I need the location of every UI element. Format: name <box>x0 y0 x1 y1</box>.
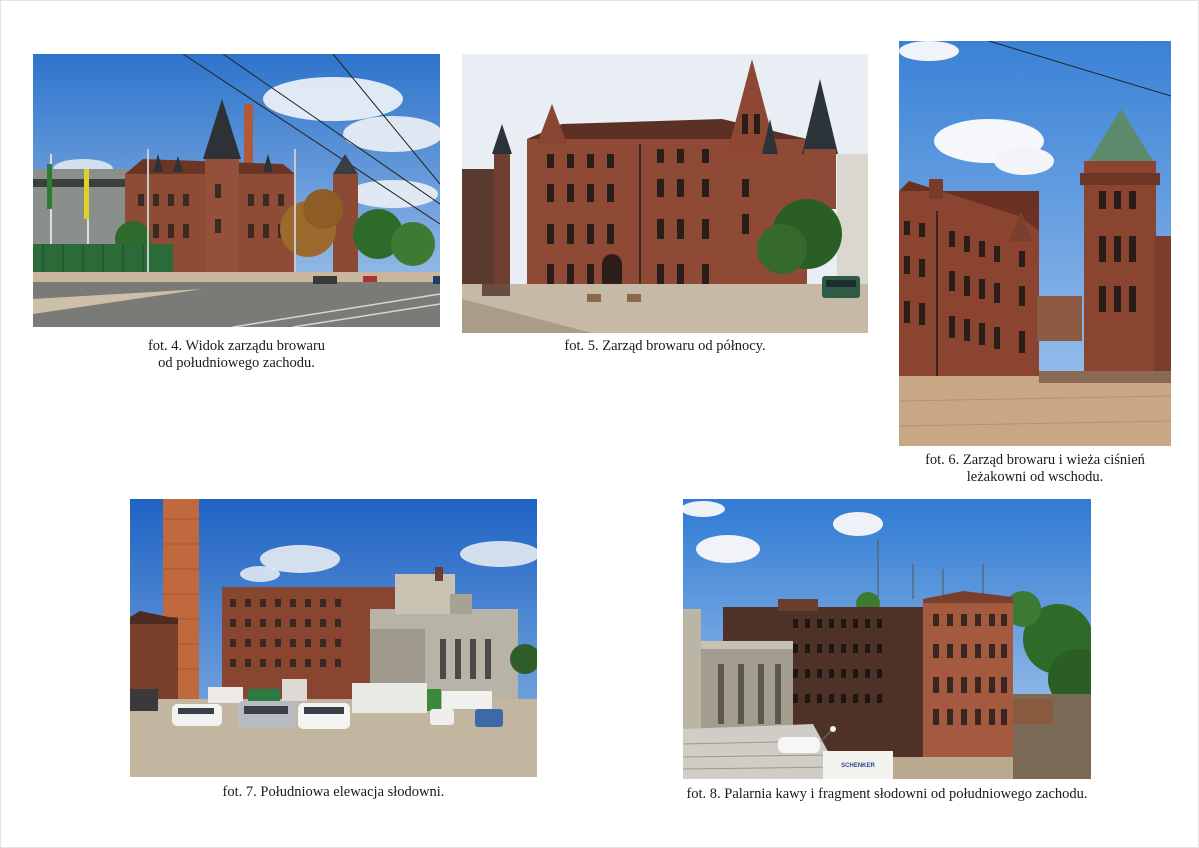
caption-fot-6-line1: fot. 6. Zarząd browaru i wieża ciśnień <box>925 452 1145 468</box>
caption-fot-4-line2: od południowego zachodu. <box>158 355 315 371</box>
photo-coffee-roastery-and-malthouse: SCHENKER <box>683 499 1091 779</box>
caption-fot-7: fot. 7. Południowa elewacja słodowni. <box>130 784 537 801</box>
photo-8-illustration: SCHENKER <box>683 499 1091 779</box>
caption-fot-5-line1: fot. 5. Zarząd browaru od północy. <box>564 338 766 354</box>
caption-fot-8: fot. 8. Palarnia kawy i fragment słodown… <box>640 786 1134 803</box>
photo-6-illustration <box>899 41 1171 446</box>
caption-fot-6: fot. 6. Zarząd browaru i wieża ciśnień l… <box>899 452 1171 486</box>
photo-7-illustration <box>130 499 537 777</box>
photo-brewery-office-southwest <box>33 54 440 327</box>
photo-brewery-office-and-water-tower <box>899 41 1171 446</box>
caption-fot-5: fot. 5. Zarząd browaru od północy. <box>462 338 868 355</box>
caption-fot-7-line1: fot. 7. Południowa elewacja słodowni. <box>222 784 445 800</box>
photo-5-illustration <box>462 54 868 333</box>
photo-4-illustration <box>33 54 440 327</box>
photo-brewery-office-north <box>462 54 868 333</box>
photo-malthouse-south-elevation <box>130 499 537 777</box>
caption-fot-4: fot. 4. Widok zarządu browaru od południ… <box>33 338 440 372</box>
caption-fot-4-line1: fot. 4. Widok zarządu browaru <box>147 338 326 354</box>
truck-sign-text: SCHENKER <box>841 763 875 769</box>
caption-fot-6-line2: leżakowni od wschodu. <box>966 469 1104 485</box>
caption-fot-8-line1: fot. 8. Palarnia kawy i fragment słodown… <box>686 786 1088 802</box>
